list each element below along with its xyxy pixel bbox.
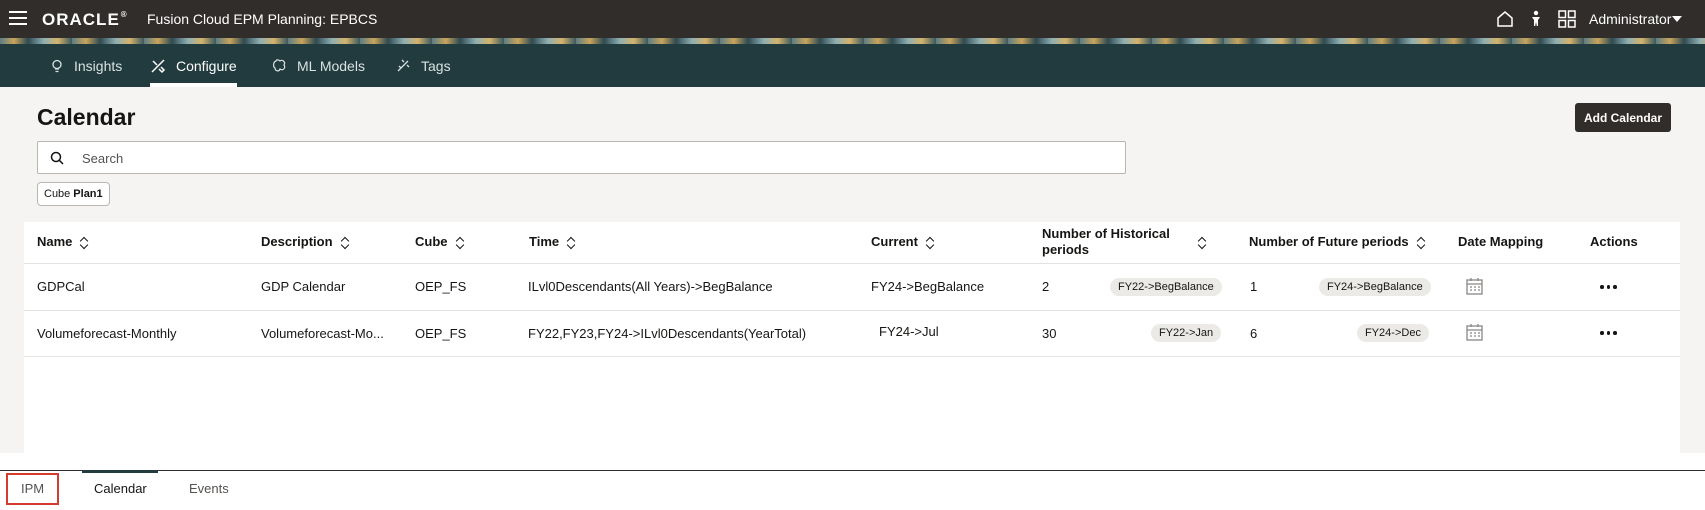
- sort-icon[interactable]: [80, 236, 88, 248]
- content-margin-left: [0, 222, 24, 453]
- column-header-cube[interactable]: Cube: [415, 234, 464, 249]
- content-margin-right: [1680, 222, 1705, 453]
- hamburger-menu-icon[interactable]: [9, 11, 27, 25]
- app-title: Fusion Cloud EPM Planning: EPBCS: [147, 11, 378, 27]
- nav-tabs: Insights Configure ML Models Tags: [0, 44, 1705, 87]
- column-header-future-periods[interactable]: Number of Future periods: [1249, 234, 1425, 249]
- row-divider: [24, 310, 1680, 311]
- brain-icon: [273, 59, 286, 72]
- user-menu[interactable]: Administrator: [1589, 11, 1671, 27]
- cell-cube: OEP_FS: [415, 279, 467, 294]
- column-header-time[interactable]: Time: [529, 234, 575, 249]
- row-divider: [24, 263, 1680, 264]
- tab-tags[interactable]: Tags: [396, 44, 451, 87]
- cell-future-count: 6: [1250, 326, 1258, 341]
- sort-icon[interactable]: [1417, 236, 1425, 248]
- column-header-current[interactable]: Current: [871, 234, 934, 249]
- oracle-logo[interactable]: ORACLE®: [42, 10, 128, 30]
- sort-icon[interactable]: [926, 236, 934, 248]
- column-header-name[interactable]: Name: [37, 234, 88, 249]
- cell-time: FY22,FY23,FY24->ILvl0Descendants(YearTot…: [528, 326, 807, 341]
- bottom-tab-bar: [0, 470, 1705, 510]
- tools-icon: [151, 58, 166, 73]
- bottom-tab-events[interactable]: Events: [189, 481, 229, 496]
- home-icon[interactable]: [1495, 9, 1515, 29]
- chevron-down-icon[interactable]: [1672, 16, 1682, 22]
- sort-icon[interactable]: [341, 236, 349, 248]
- future-end-badge: FY24->Dec: [1357, 324, 1429, 342]
- cell-time: ILvl0Descendants(All Years)->BegBalance: [528, 279, 773, 294]
- apps-grid-icon[interactable]: [1557, 9, 1577, 29]
- tab-insights[interactable]: Insights: [50, 44, 122, 87]
- search-box: [37, 141, 1126, 174]
- accessibility-person-icon[interactable]: [1526, 9, 1546, 29]
- top-header: ORACLE® Fusion Cloud EPM Planning: EPBCS…: [0, 0, 1705, 38]
- tag-icon: [397, 59, 410, 72]
- cell-historical-count: 30: [1042, 326, 1057, 341]
- cell-name[interactable]: Volumeforecast-Monthly: [37, 326, 176, 341]
- cell-historical-count: 2: [1042, 279, 1050, 294]
- cell-current: FY24->Jul: [879, 324, 939, 339]
- lightbulb-icon: [52, 59, 62, 72]
- highlight-box: [6, 473, 59, 505]
- bottom-tab-calendar[interactable]: Calendar: [94, 481, 147, 496]
- row-divider: [24, 356, 1680, 357]
- column-header-actions: Actions: [1590, 234, 1638, 249]
- historical-start-badge: FY22->Jan: [1151, 324, 1222, 342]
- cell-future-count: 1: [1250, 279, 1258, 294]
- calendar-icon[interactable]: [1466, 323, 1483, 341]
- column-header-historical-periods[interactable]: Number of Historical periods: [1042, 226, 1212, 258]
- future-end-badge: FY24->BegBalance: [1319, 278, 1431, 296]
- add-calendar-button[interactable]: Add Calendar: [1575, 103, 1671, 132]
- tab-configure[interactable]: Configure: [150, 44, 237, 87]
- active-tab-indicator: [82, 470, 158, 473]
- more-actions-icon[interactable]: [1600, 331, 1617, 335]
- search-icon: [50, 151, 64, 165]
- tab-ml-models[interactable]: ML Models: [272, 44, 365, 87]
- cell-description: Volumeforecast-Mo...: [261, 326, 384, 341]
- sort-icon[interactable]: [567, 236, 575, 248]
- search-input[interactable]: [82, 148, 1112, 168]
- cell-current: FY24->BegBalance: [871, 279, 985, 294]
- sort-icon[interactable]: [456, 236, 464, 248]
- column-header-date-mapping: Date Mapping: [1458, 234, 1544, 249]
- page-title: Calendar: [37, 104, 136, 130]
- cell-cube: OEP_FS: [415, 326, 467, 341]
- historical-start-badge: FY22->BegBalance: [1110, 278, 1222, 296]
- cell-name[interactable]: GDPCal: [37, 279, 85, 294]
- calendar-icon[interactable]: [1466, 277, 1483, 295]
- cell-description: GDP Calendar: [261, 279, 346, 294]
- sort-icon[interactable]: [1198, 236, 1206, 248]
- more-actions-icon[interactable]: [1600, 285, 1617, 289]
- column-header-description[interactable]: Description: [261, 234, 349, 249]
- filter-chip-cube[interactable]: Cube Plan1: [37, 182, 110, 206]
